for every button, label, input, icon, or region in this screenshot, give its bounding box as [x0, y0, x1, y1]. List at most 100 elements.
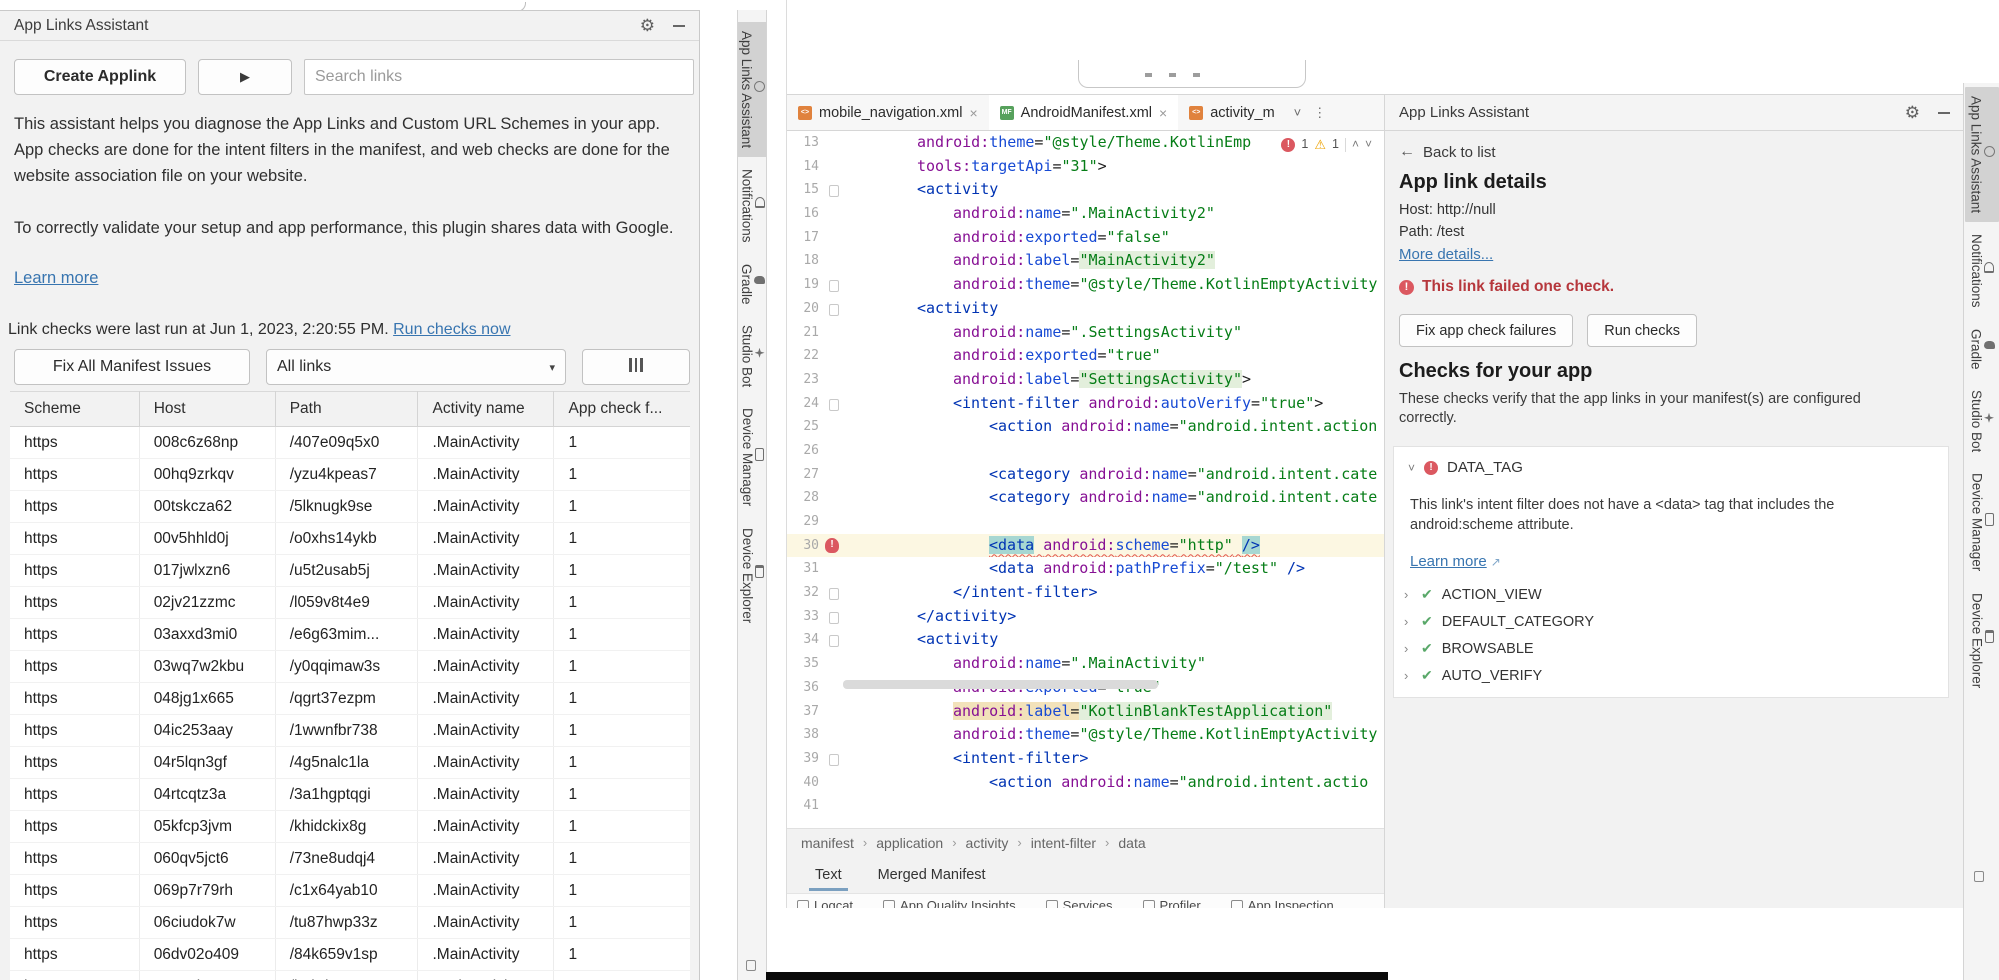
fold-icon[interactable] — [829, 612, 839, 624]
more-details-link[interactable]: More details... — [1399, 246, 1493, 263]
code-token: "true" — [1260, 394, 1314, 412]
tool-tab-device-manager[interactable]: Device Manager — [1966, 464, 1998, 580]
error-bulb-icon[interactable]: ! — [825, 538, 839, 553]
data-tag-check-row[interactable]: ˅ ! DATA_TAG — [1408, 459, 1523, 476]
tool-tab-device-explorer[interactable]: Device Explorer — [1966, 584, 1998, 697]
editor-tab-AndroidManifest.xml[interactable]: MFAndroidManifest.xml× — [989, 95, 1179, 130]
chevron-up-icon[interactable]: ˄ — [1352, 133, 1359, 157]
close-icon[interactable]: × — [1159, 106, 1167, 120]
link-row[interactable]: https03wq7w2kbu/y0qqimaw3s.MainActivity1 — [10, 651, 690, 683]
run-checks-now-link[interactable]: Run checks now — [393, 321, 510, 338]
code-text: <activity — [845, 297, 1384, 321]
breadcrumb-item[interactable]: intent-filter — [1031, 835, 1096, 851]
tab-merged-manifest[interactable]: Merged Manifest — [878, 856, 986, 893]
hide-icon[interactable] — [1938, 112, 1950, 114]
tool-tab-studio-bot[interactable]: Studio Bot — [1965, 381, 1998, 461]
more-options-icon[interactable]: ⋮ — [1313, 105, 1326, 121]
bottom-tool-logcat[interactable]: Logcat — [797, 898, 853, 908]
tool-tab-gradle[interactable]: Gradle — [737, 255, 767, 314]
tool-tab-gradle[interactable]: Gradle — [1965, 320, 1999, 379]
tool-tab-notifications[interactable]: Notifications — [1965, 225, 1998, 317]
fold-icon[interactable] — [829, 280, 839, 292]
link-row[interactable]: https00hq9zrkqv/yzu4kpeas7.MainActivity1 — [10, 459, 690, 491]
code-editor[interactable]: 13android:theme="@style/Theme.KotlinEmp!… — [787, 131, 1384, 821]
link-cell: 048jg1x665 — [139, 683, 275, 715]
link-row[interactable]: https04rtcqtz3a/3a1hgptqgi.MainActivity1 — [10, 779, 690, 811]
editor-tab-mobile_navigation.xml[interactable]: <>mobile_navigation.xml× — [787, 95, 989, 130]
link-row[interactable]: https04ic253aay/1wwnfbr738.MainActivity1 — [10, 715, 690, 747]
fold-icon[interactable] — [829, 754, 839, 766]
horizontal-scrollbar[interactable] — [843, 680, 1158, 689]
fold-icon[interactable] — [829, 185, 839, 197]
gutter-fold-column: ! — [821, 534, 845, 558]
tab-text[interactable]: Text — [815, 856, 842, 893]
link-row[interactable]: https04r5lqn3gf/4g5nalc1la.MainActivity1 — [10, 747, 690, 779]
link-row[interactable]: https008c6z68np/407e09q5x0.MainActivity1 — [10, 427, 690, 459]
fix-app-check-failures-button[interactable]: Fix app check failures — [1399, 314, 1573, 347]
breadcrumb-item[interactable]: data — [1118, 835, 1145, 851]
link-row[interactable]: https069p7r79rh/c1x64yab10.MainActivity1 — [10, 875, 690, 907]
fold-icon[interactable] — [829, 399, 839, 411]
gear-icon[interactable]: ⚙ — [640, 17, 655, 34]
check-row-default_category[interactable]: ›✔DEFAULT_CATEGORY — [1404, 608, 1924, 635]
create-applink-button[interactable]: Create Applink — [14, 59, 186, 95]
fold-icon[interactable] — [829, 588, 839, 600]
bottom-tool-app-quality-insights[interactable]: App Quality Insights — [883, 898, 1016, 908]
fix-all-manifest-issues-button[interactable]: Fix All Manifest Issues — [14, 349, 250, 385]
chevron-down-icon[interactable]: ˅ — [1365, 133, 1372, 157]
column-header[interactable]: Path — [275, 392, 418, 427]
close-icon[interactable]: × — [969, 106, 977, 120]
link-row[interactable]: https079g9luv7w/h7bd07ox3y.MainActivity1 — [10, 971, 690, 980]
tool-tab-device-manager[interactable]: Device Manager — [737, 399, 767, 515]
bottom-tool-services[interactable]: Services — [1046, 898, 1113, 908]
back-to-list-link[interactable]: ← Back to list — [1399, 143, 1496, 161]
line-number: 15 — [787, 178, 821, 202]
link-row[interactable]: https03axxd3mi0/e6g63mim....MainActivity… — [10, 619, 690, 651]
code-text: <action android:name="android.intent.act… — [845, 415, 1384, 439]
hide-icon[interactable] — [673, 25, 685, 27]
learn-more-link[interactable]: Learn more — [14, 269, 98, 288]
play-button[interactable]: ▶ — [198, 59, 292, 95]
tool-tab-studio-bot[interactable]: Studio Bot — [737, 316, 767, 396]
link-row[interactable]: https02jv21zzmc/l059v8t4e9.MainActivity1 — [10, 587, 690, 619]
link-row[interactable]: https017jwlxzn6/u5t2usab5j.MainActivity1 — [10, 555, 690, 587]
check-row-browsable[interactable]: ›✔BROWSABLE — [1404, 635, 1924, 662]
link-row[interactable]: https048jg1x665/qgrt37ezpm.MainActivity1 — [10, 683, 690, 715]
column-header[interactable]: App check f... — [554, 392, 690, 427]
tab-list-chevron-icon[interactable]: ˅ — [1294, 105, 1302, 120]
editor-tab-activity_m[interactable]: <>activity_m — [1178, 95, 1285, 130]
bottom-tool-profiler[interactable]: Profiler — [1143, 898, 1201, 908]
run-checks-button[interactable]: Run checks — [1587, 314, 1697, 347]
check-row-action_view[interactable]: ›✔ACTION_VIEW — [1404, 581, 1924, 608]
tool-tab-device-explorer[interactable]: Device Explorer — [737, 519, 767, 632]
link-row[interactable]: https06dv02o409/84k659v1sp.MainActivity1 — [10, 939, 690, 971]
link-cell: 04rtcqtz3a — [139, 779, 275, 811]
search-links-input[interactable] — [304, 59, 694, 95]
gutter-fold-column — [821, 771, 845, 795]
breadcrumb-item[interactable]: manifest — [801, 835, 854, 851]
code-token: android: — [953, 346, 1025, 364]
column-header[interactable]: Activity name — [418, 392, 554, 427]
link-row[interactable]: https00v5hhld0j/o0xhs14ykb.MainActivity1 — [10, 523, 690, 555]
tool-tab-app-links-assistant[interactable]: App Links Assistant — [737, 22, 767, 157]
link-row[interactable]: https05kfcp3jvm/khidckix8g.MainActivity1 — [10, 811, 690, 843]
breadcrumb-item[interactable]: activity — [966, 835, 1009, 851]
fold-icon[interactable] — [829, 304, 839, 316]
links-filter-dropdown[interactable]: All links ▾ — [266, 349, 566, 385]
link-row[interactable]: https060qv5jct6/73ne8udqj4.MainActivity1 — [10, 843, 690, 875]
column-config-button[interactable] — [582, 349, 690, 385]
link-row[interactable]: https06ciudok7w/tu87hwp33z.MainActivity1 — [10, 907, 690, 939]
code-token: <data — [989, 559, 1034, 577]
inspection-widget[interactable]: !1⚠1˄˅ — [1275, 133, 1372, 157]
column-header[interactable]: Scheme — [10, 392, 139, 427]
column-header[interactable]: Host — [139, 392, 275, 427]
fold-icon[interactable] — [829, 635, 839, 647]
gear-icon[interactable]: ⚙ — [1905, 104, 1920, 121]
learn-more-link[interactable]: Learn more — [1410, 553, 1487, 570]
link-row[interactable]: https00tskcza62/5lknugk9se.MainActivity1 — [10, 491, 690, 523]
bottom-tool-app-inspection[interactable]: App Inspection — [1231, 898, 1334, 908]
breadcrumb-item[interactable]: application — [876, 835, 943, 851]
tool-tab-notifications[interactable]: Notifications — [737, 160, 767, 252]
tool-tab-app-links-assistant[interactable]: App Links Assistant — [1965, 87, 1999, 222]
check-row-auto_verify[interactable]: ›✔AUTO_VERIFY — [1404, 662, 1924, 689]
